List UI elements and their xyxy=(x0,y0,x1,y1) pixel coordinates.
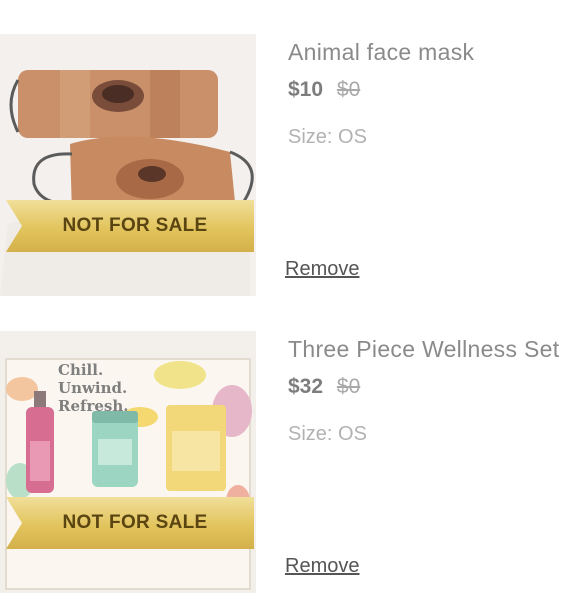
current-price: $32 xyxy=(288,375,324,398)
face-mask-image xyxy=(0,34,256,296)
badge-label: NOT FOR SALE xyxy=(62,512,208,533)
original-price: $0 xyxy=(336,375,361,398)
product-image[interactable]: NOT FOR SALE xyxy=(0,34,256,296)
not-for-sale-badge: NOT FOR SALE xyxy=(6,200,254,252)
original-price: $0 xyxy=(336,78,361,101)
svg-text:Unwind.: Unwind. xyxy=(58,379,127,397)
price-row: $32 $0 xyxy=(288,375,360,399)
svg-text:Chill.: Chill. xyxy=(58,361,103,379)
badge-label: NOT FOR SALE xyxy=(62,215,208,236)
size-label: Size: OS xyxy=(288,126,367,148)
remove-button[interactable]: Remove xyxy=(285,555,359,578)
cart-item: NOT FOR SALE Animal face mask $10 $0 Siz… xyxy=(0,34,580,304)
size-label: Size: OS xyxy=(288,423,367,445)
product-title[interactable]: Animal face mask xyxy=(288,39,474,66)
product-title[interactable]: Three Piece Wellness Set xyxy=(288,336,559,363)
not-for-sale-badge: NOT FOR SALE xyxy=(6,497,254,549)
wellness-set-image: Chill. Unwind. Refresh. xyxy=(0,331,256,593)
current-price: $10 xyxy=(288,78,324,101)
product-image[interactable]: Chill. Unwind. Refresh. NOT FOR SALE xyxy=(0,331,256,593)
remove-button[interactable]: Remove xyxy=(285,258,359,281)
cart-item: Chill. Unwind. Refresh. NOT FOR SALE Thr… xyxy=(0,331,580,601)
price-row: $10 $0 xyxy=(288,78,360,102)
